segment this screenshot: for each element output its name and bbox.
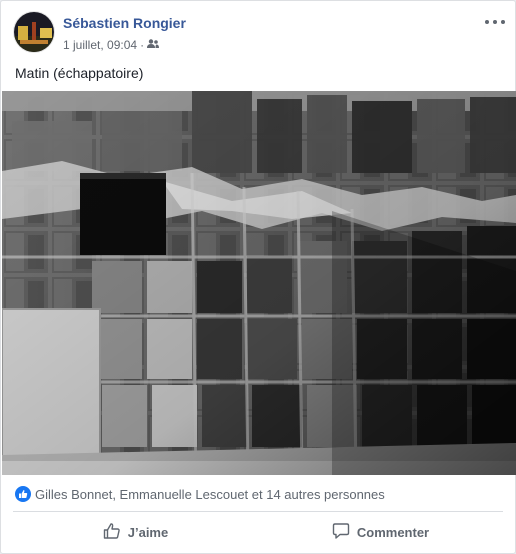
comment-icon: [332, 522, 350, 543]
divider: [13, 511, 503, 512]
reactions-text[interactable]: Gilles Bonnet, Emmanuelle Lescouet et 14…: [35, 487, 385, 502]
like-button[interactable]: J’aime: [13, 513, 258, 551]
comment-button[interactable]: Commenter: [258, 513, 503, 551]
comment-button-label: Commenter: [356, 524, 430, 540]
avatar[interactable]: [13, 11, 55, 53]
like-icon: [15, 486, 31, 502]
author-name[interactable]: Sébastien Rongier: [63, 15, 186, 31]
post-caption: Matin (échappatoire): [15, 65, 144, 81]
more-options-button[interactable]: [485, 15, 505, 29]
reactions-summary[interactable]: Gilles Bonnet, Emmanuelle Lescouet et 14…: [15, 485, 385, 503]
post-card: Sébastien Rongier 1 juillet, 09:04 · Mat…: [0, 0, 516, 554]
friends-icon[interactable]: [147, 38, 160, 52]
post-photo[interactable]: [2, 91, 516, 475]
post-meta: 1 juillet, 09:04 ·: [63, 38, 160, 52]
post-header: Sébastien Rongier 1 juillet, 09:04 ·: [13, 11, 505, 55]
timestamp[interactable]: 1 juillet, 09:04: [63, 38, 137, 52]
thumbs-up-icon: [103, 522, 121, 543]
like-button-label: J’aime: [127, 524, 169, 540]
post-actions: J’aime Commenter: [13, 513, 503, 551]
